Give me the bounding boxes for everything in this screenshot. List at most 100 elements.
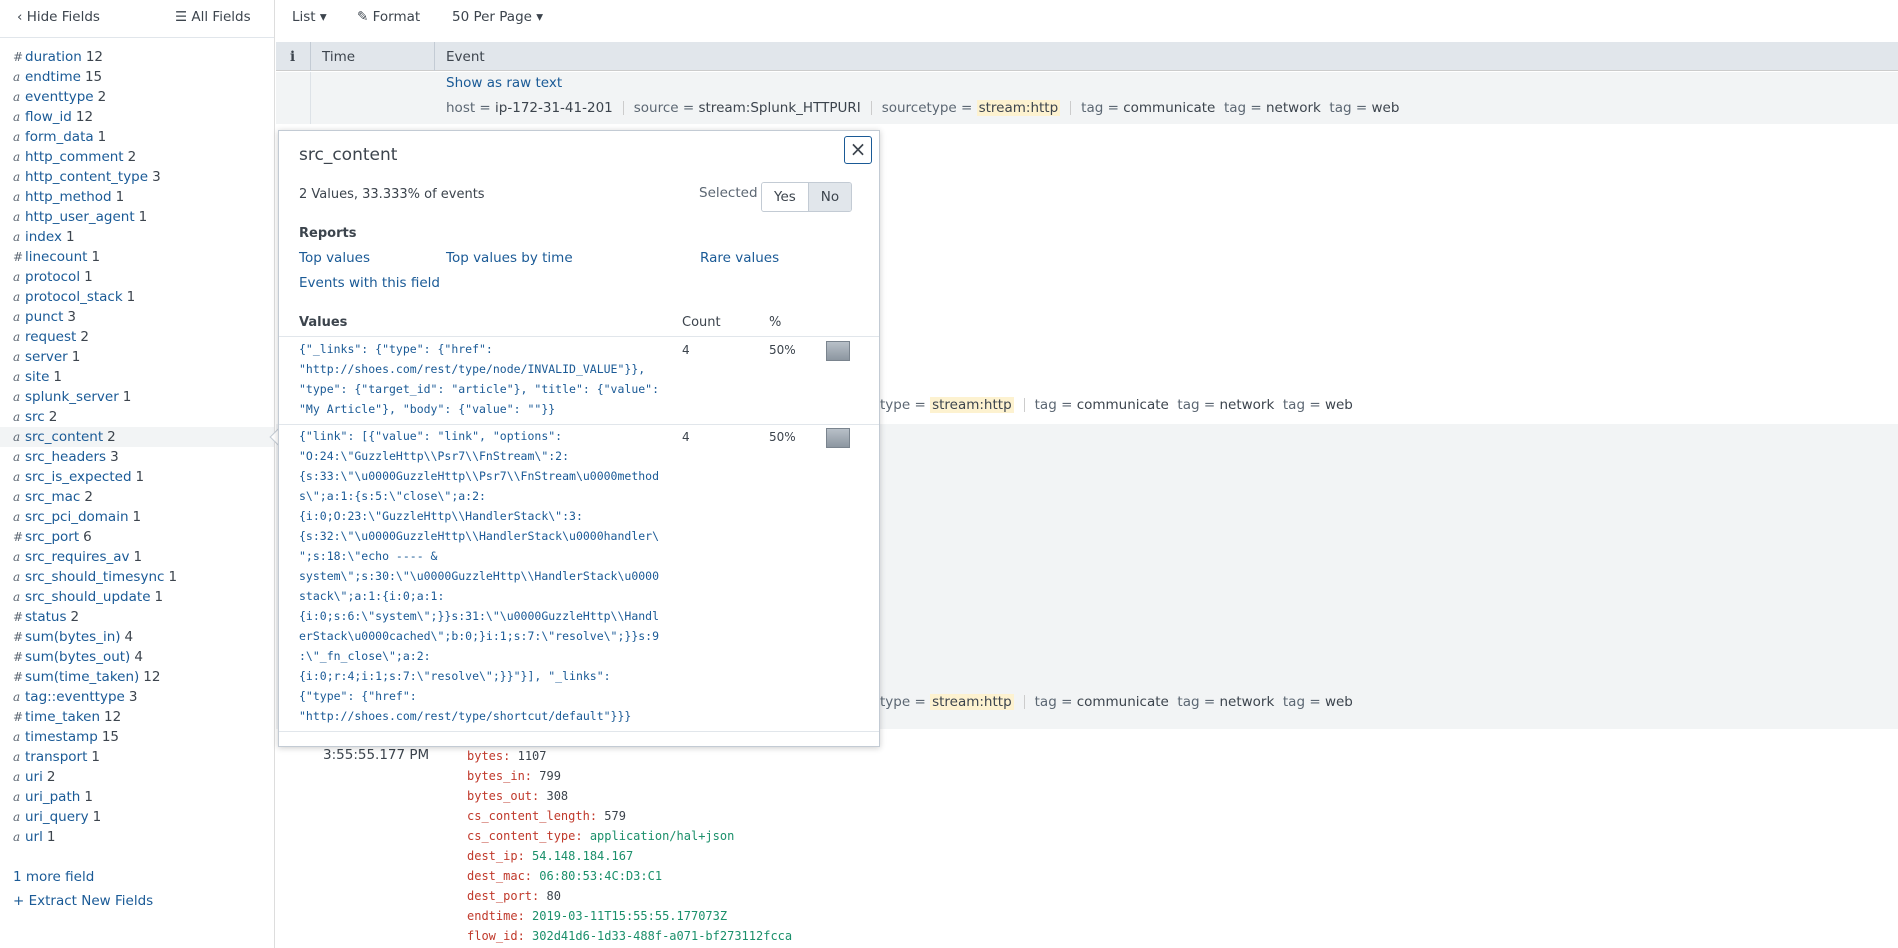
event-field-value[interactable]: 54.148.184.167 (532, 849, 633, 863)
event-field-value[interactable]: 302d41d6-1d33-488f-a071-bf273112fcca (532, 929, 792, 943)
per-page-dropdown[interactable]: 50 Per Page ▾ (452, 9, 543, 25)
field-name: src_should_update (25, 589, 151, 605)
field-row-src-should-update[interactable]: a src_should_update 1 (13, 587, 274, 607)
event-field-value[interactable]: 579 (604, 809, 626, 823)
field-row-url[interactable]: a url 1 (13, 827, 274, 847)
field-row-http-content-type[interactable]: a http_content_type 3 (13, 167, 274, 187)
all-fields-button[interactable]: ☰ All Fields (175, 9, 251, 25)
tag-value[interactable]: communicate (1077, 694, 1169, 710)
field-row-eventtype[interactable]: a eventtype 2 (13, 87, 274, 107)
string-type-icon: a (13, 230, 21, 244)
top-values-by-time-link[interactable]: Top values by time (446, 250, 573, 266)
field-value-count: 3 (110, 449, 119, 465)
field-row-sum-time-taken-[interactable]: # sum(time_taken) 12 (13, 667, 274, 687)
field-row-protocol[interactable]: a protocol 1 (13, 267, 274, 287)
field-row-src[interactable]: a src 2 (13, 407, 274, 427)
top-values-link[interactable]: Top values (299, 250, 370, 266)
show-raw-text-link[interactable]: Show as raw text (446, 75, 562, 91)
list-icon: ☰ (175, 9, 188, 25)
field-row-src-is-expected[interactable]: a src_is_expected 1 (13, 467, 274, 487)
sourcetype-value[interactable]: stream:http (930, 694, 1014, 710)
tag-value[interactable]: communicate (1077, 397, 1169, 413)
field-name: request (25, 329, 77, 345)
field-row-protocol-stack[interactable]: a protocol_stack 1 (13, 287, 274, 307)
string-type-icon: a (13, 70, 21, 84)
numeric-type-icon: # (13, 630, 24, 644)
field-row-src-port[interactable]: # src_port 6 (13, 527, 274, 547)
field-row-src-requires-av[interactable]: a src_requires_av 1 (13, 547, 274, 567)
field-row-flow-id[interactable]: a flow_id 12 (13, 107, 274, 127)
field-row-linecount[interactable]: # linecount 1 (13, 247, 274, 267)
selected-no-button[interactable]: No (808, 183, 852, 211)
tag-value[interactable]: web (1371, 100, 1399, 116)
field-row-transport[interactable]: a transport 1 (13, 747, 274, 767)
string-type-icon: a (13, 590, 21, 604)
hide-fields-button[interactable]: ‹ Hide Fields (17, 9, 100, 25)
event-field-value[interactable]: 308 (546, 789, 568, 803)
field-row-src-content[interactable]: a src_content 2 (0, 427, 274, 447)
field-row-punct[interactable]: a punct 3 (13, 307, 274, 327)
field-row-sum-bytes-out-[interactable]: # sum(bytes_out) 4 (13, 647, 274, 667)
sourcetype-value[interactable]: stream:http (976, 100, 1061, 116)
event-field-value[interactable]: 2019-03-11T15:55:55.177073Z (532, 909, 727, 923)
field-row-http-method[interactable]: a http_method 1 (13, 187, 274, 207)
events-table-header: i Time Event (276, 42, 1898, 71)
value-item[interactable]: {"link": [{"value": "link", "options": "… (299, 426, 669, 726)
event-field-value[interactable]: 06:80:53:4C:D3:C1 (539, 869, 662, 883)
field-name: http_user_agent (25, 209, 135, 225)
events-with-field-link[interactable]: Events with this field (299, 275, 440, 291)
more-field-link[interactable]: 1 more field (13, 869, 94, 885)
field-row-sum-bytes-in-[interactable]: # sum(bytes_in) 4 (13, 627, 274, 647)
field-row-uri[interactable]: a uri 2 (13, 767, 274, 787)
field-row-time-taken[interactable]: # time_taken 12 (13, 707, 274, 727)
event-field-value[interactable]: 1107 (518, 749, 547, 763)
field-row-uri-query[interactable]: a uri_query 1 (13, 807, 274, 827)
format-button[interactable]: ✎ Format (357, 9, 420, 25)
tag-value[interactable]: network (1219, 397, 1274, 413)
field-value-count: 12 (104, 709, 122, 725)
info-column-header[interactable]: i (290, 49, 295, 65)
field-row-request[interactable]: a request 2 (13, 327, 274, 347)
event-column-header[interactable]: Event (446, 49, 485, 65)
event-field-value[interactable]: 80 (546, 889, 560, 903)
extract-new-fields-link[interactable]: + Extract New Fields (13, 893, 153, 909)
field-value-count: 1 (122, 389, 132, 405)
field-value-count: 1 (126, 289, 136, 305)
event-field-value[interactable]: 799 (539, 769, 561, 783)
field-row-src-mac[interactable]: a src_mac 2 (13, 487, 274, 507)
field-row-src-headers[interactable]: a src_headers 3 (13, 447, 274, 467)
field-row-timestamp[interactable]: a timestamp 15 (13, 727, 274, 747)
field-row-tag-eventtype[interactable]: a tag::eventtype 3 (13, 687, 274, 707)
tag-value[interactable]: web (1325, 397, 1353, 413)
field-row-index[interactable]: a index 1 (13, 227, 274, 247)
field-row-src-should-timesync[interactable]: a src_should_timesync 1 (13, 567, 274, 587)
source-value[interactable]: stream:Splunk_HTTPURI (698, 100, 860, 116)
field-row-site[interactable]: a site 1 (13, 367, 274, 387)
selected-yes-button[interactable]: Yes (762, 183, 809, 211)
host-value[interactable]: ip-172-31-41-201 (495, 100, 613, 116)
event-field-value[interactable]: application/hal+json (590, 829, 735, 843)
field-value-count: 2 (70, 609, 80, 625)
field-row-server[interactable]: a server 1 (13, 347, 274, 367)
field-row-http-user-agent[interactable]: a http_user_agent 1 (13, 207, 274, 227)
field-row-http-comment[interactable]: a http_comment 2 (13, 147, 274, 167)
string-type-icon: a (13, 130, 21, 144)
list-view-dropdown[interactable]: List ▾ (292, 9, 327, 25)
field-row-status[interactable]: # status 2 (13, 607, 274, 627)
field-row-endtime[interactable]: a endtime 15 (13, 67, 274, 87)
sourcetype-value[interactable]: stream:http (930, 397, 1014, 413)
field-row-src-pci-domain[interactable]: a src_pci_domain 1 (13, 507, 274, 527)
close-button[interactable]: × (844, 136, 872, 164)
field-row-splunk-server[interactable]: a splunk_server 1 (13, 387, 274, 407)
field-row-duration[interactable]: # duration 12 (13, 47, 274, 67)
field-row-uri-path[interactable]: a uri_path 1 (13, 787, 274, 807)
field-name: eventtype (25, 89, 94, 105)
value-item[interactable]: {"_links": {"type": {"href": "http://sho… (299, 339, 669, 419)
tag-value[interactable]: communicate (1123, 100, 1215, 116)
tag-value[interactable]: network (1219, 694, 1274, 710)
rare-values-link[interactable]: Rare values (700, 250, 779, 266)
tag-value[interactable]: network (1266, 100, 1321, 116)
time-column-header[interactable]: Time (322, 49, 355, 65)
tag-value[interactable]: web (1325, 694, 1353, 710)
field-row-form-data[interactable]: a form_data 1 (13, 127, 274, 147)
